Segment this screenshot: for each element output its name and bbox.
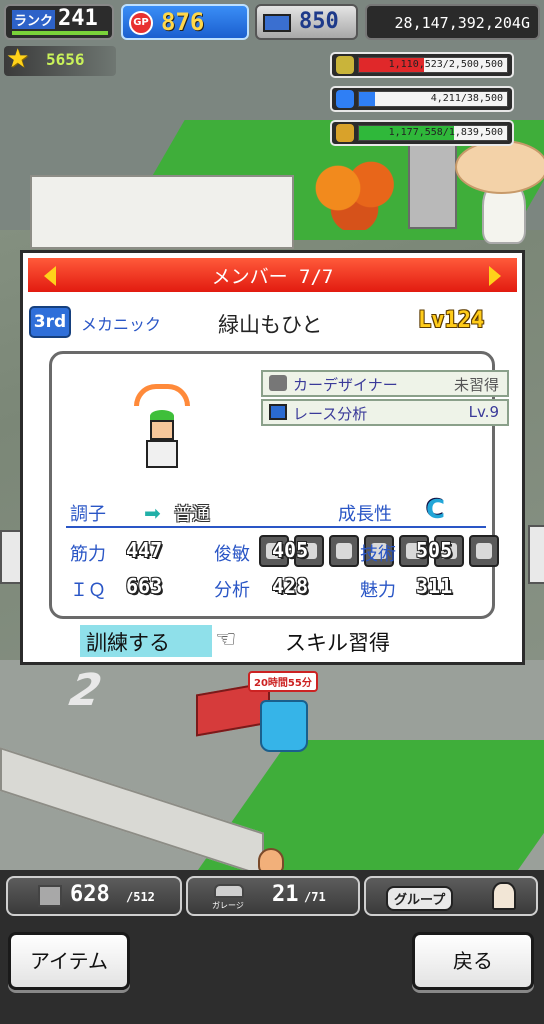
group-label: グループ [386,886,454,911]
stat-label-strength: 筋力 [70,544,106,565]
dialog-header: メンバー 7/7 [26,256,519,294]
stat-label-technique: 技術 [360,544,396,565]
garage-icon [214,884,244,898]
gear-slot-icon[interactable] [329,535,359,567]
member-detail-panel: カーデザイナー 未習得 レース分析 Lv.9 調子 ➡ 普通 成長性 C 筋力 … [49,351,509,619]
resource-food-text: 1,177,558/1,839,500 [388,127,503,138]
trash-can-icon[interactable] [260,700,308,752]
gp-counter[interactable]: GP 876 [121,4,249,40]
skill-learn-label: スキル習得 [285,631,390,655]
autumn-tree [305,160,415,230]
building-roof [30,175,294,249]
inventory-value: 628 [70,882,110,907]
stat-value-iq: 663 [126,574,163,598]
rank-label: ランク [12,10,56,29]
skill-learn-button[interactable]: スキル習得 [281,625,431,657]
character-face [150,420,174,440]
gp-icon: GP [129,11,153,35]
star-counter[interactable]: ★ 5656 [4,44,116,76]
group-button[interactable]: グループ [364,876,538,916]
member-dialog: メンバー 7/7 3rd メカニック 緑山もひと Lv124 カーデザイナー 未… [20,250,525,665]
resource-fuel-text: 4,211/38,500 [430,93,503,104]
skill-value: 未習得 [453,376,499,394]
inventory-counter[interactable]: 628 /512 [6,876,182,916]
pc-value: 850 [299,9,339,34]
computer-icon [263,14,291,32]
tire-slot-icon[interactable] [469,535,499,567]
growth-label: 成長性 [338,504,392,525]
monitor-icon [269,404,287,420]
item-button[interactable]: アイテム [8,932,130,990]
member-rank-badge: 3rd [29,306,71,338]
stat-label-iq: ＩＱ [70,580,106,601]
stat-value-analysis: 428 [272,574,309,598]
money-display: 28,147,392,204G [365,4,540,40]
fuel-icon [336,90,354,108]
cake-shop-roof [455,140,544,194]
resource-money-text: 1,110,523/2,500,500 [388,59,503,70]
money-value: 28,147,392,204G [394,14,530,32]
back-button-label: 戻る [453,949,493,973]
resource-bar-fuel[interactable]: 4,211/38,500 [330,86,514,112]
stat-value-technique: 505 [416,538,453,562]
stat-label-agility: 俊敏 [214,544,250,565]
inventory-max: /512 [126,890,155,904]
skill-name: カーデザイナー [293,376,398,394]
skill-row-car-designer[interactable]: カーデザイナー 未習得 [261,370,509,397]
member-job: メカニック [81,315,162,334]
dialog-title: メンバー 7/7 [211,266,334,288]
right-arrow-icon: ➡ [144,501,161,525]
train-button[interactable]: 訓練する [80,625,212,657]
item-button-label: アイテム [30,949,108,973]
garage-value: 21 [272,882,299,907]
garage-label: ガレージ [212,901,244,910]
tower-building [408,140,457,229]
stat-label-analysis: 分析 [214,580,250,601]
star-icon: ★ [6,44,30,74]
back-button[interactable]: 戻る [412,932,534,990]
resource-bar-money[interactable]: 1,110,523/2,500,500 [330,52,514,78]
stat-value-agility: 405 [272,538,309,562]
condition-label: 調子 [70,504,106,525]
member-name: 緑山もひと [218,313,323,337]
next-member-arrow-icon[interactable] [489,266,501,286]
star-value: 5656 [46,50,85,69]
condition-arc-icon [134,384,190,406]
coin-stack-icon [336,56,354,74]
worker-character[interactable] [258,848,284,870]
rank-badge[interactable]: ランク 241 [4,4,114,40]
group-avatar-icon [492,882,516,910]
resource-bar-food[interactable]: 1,177,558/1,839,500 [330,120,514,146]
member-level: Lv124 [418,308,485,333]
character-sprite[interactable] [130,384,196,474]
crate-icon [38,885,62,907]
skill-name: レース分析 [293,405,368,423]
growth-value: C [426,495,446,525]
gp-value: 876 [161,8,205,36]
skill-value: Lv.9 [468,403,499,421]
pointing-hand-icon: ☜ [215,625,237,653]
stat-value-strength: 447 [126,538,163,562]
skill-row-race-analysis[interactable]: レース分析 Lv.9 [261,399,509,426]
stat-value-charm: 311 [416,574,453,598]
divider-line [66,526,486,528]
train-label: 訓練する [86,631,170,655]
side-character[interactable] [528,525,544,584]
character-body [146,440,178,468]
garage-counter[interactable]: ガレージ 21 /71 [186,876,360,916]
pc-counter[interactable]: 850 [255,4,358,40]
condition-value: 普通 [174,504,210,525]
garage-max: /71 [304,890,326,904]
timer-label: 20時間55分 [248,671,318,692]
rank-value: 241 [58,6,98,31]
wrench-icon [269,375,287,391]
rank-progress-bar [12,31,108,35]
wheat-icon [336,124,354,142]
stat-label-charm: 魅力 [360,580,396,601]
